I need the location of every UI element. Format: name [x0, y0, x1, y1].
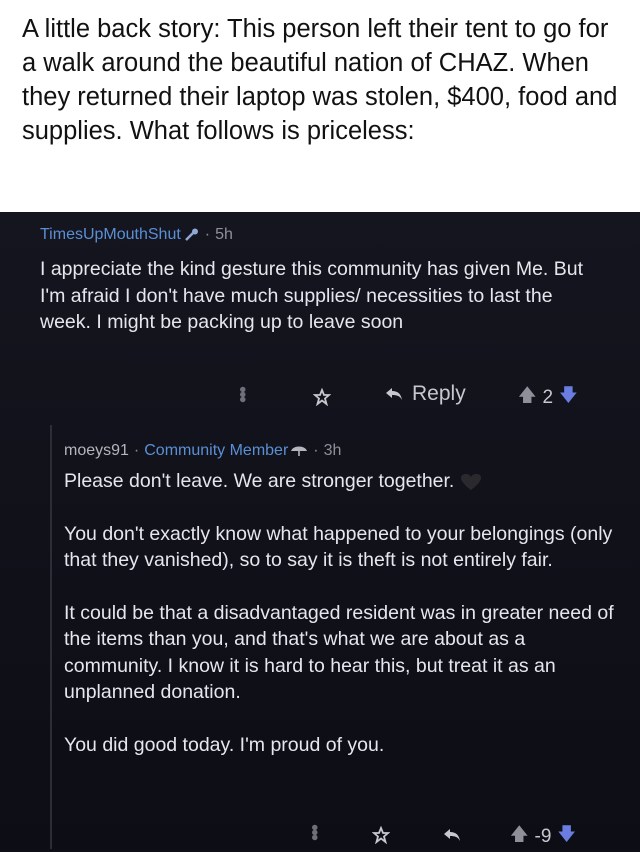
- comment1-time: 5h: [215, 226, 233, 243]
- comment2-paragraph-1-text: Please don't leave. We are stronger toge…: [64, 470, 455, 492]
- more-options-icon[interactable]: •••: [230, 386, 253, 401]
- comment1-actions: ••• Reply 🡅 2 🡇: [0, 380, 640, 414]
- comment1-body: I appreciate the kind gesture this commu…: [40, 258, 584, 333]
- upvote-icon[interactable]: 🡅: [518, 383, 537, 413]
- comment1-votes: 🡅 2 🡇: [518, 383, 578, 413]
- downvote-icon[interactable]: 🡇: [559, 383, 578, 413]
- comment2-meta: moeys91 · Community Member · 3h: [64, 442, 341, 460]
- comment2-body: Please don't leave. We are stronger toge…: [64, 468, 620, 784]
- comment2-separator-2: ·: [313, 442, 319, 459]
- award-icon[interactable]: [372, 826, 390, 844]
- more-options-icon[interactable]: •••: [302, 824, 325, 839]
- black-heart-icon: [461, 473, 482, 490]
- comment2-paragraph-2: You don't exactly know what happened to …: [64, 522, 613, 572]
- comment1-username[interactable]: TimesUpMouthShut: [40, 226, 181, 244]
- wrench-icon: [184, 228, 198, 241]
- comment1-separator: ·: [204, 226, 211, 243]
- reply-arrow-icon: [386, 388, 402, 400]
- comment2-score: -9: [534, 826, 552, 847]
- comment1-reply-label: Reply: [412, 382, 466, 405]
- upvote-icon[interactable]: 🡅: [510, 822, 529, 852]
- umbrella-icon: [291, 446, 308, 456]
- comment2-time: 3h: [323, 442, 342, 459]
- comment2-username[interactable]: moeys91: [64, 442, 129, 460]
- caption-text: A little back story: This person left th…: [22, 15, 618, 145]
- award-icon[interactable]: [313, 388, 331, 406]
- comment2-actions: ••• 🡅 -9 🡇: [0, 820, 640, 850]
- downvote-icon[interactable]: 🡇: [557, 822, 576, 852]
- comment2-paragraph-1: Please don't leave. We are stronger toge…: [64, 468, 620, 495]
- comment1-score: 2: [542, 387, 554, 408]
- comment1-meta: TimesUpMouthShut · 5h: [40, 226, 233, 244]
- comment1-reply-button[interactable]: Reply: [384, 382, 466, 406]
- comment2-paragraph-3: It could be that a disadvantaged residen…: [64, 601, 614, 704]
- comment2-flair: Community Member: [144, 442, 289, 459]
- comment2-paragraph-4: You did good today. I'm proud of you.: [64, 733, 385, 756]
- caption-panel: A little back story: This person left th…: [0, 0, 640, 212]
- reply-arrow-icon[interactable]: [442, 827, 462, 843]
- comment2-separator: ·: [133, 442, 140, 459]
- comment2-votes: 🡅 -9 🡇: [510, 822, 576, 852]
- thread-line[interactable]: [50, 425, 52, 849]
